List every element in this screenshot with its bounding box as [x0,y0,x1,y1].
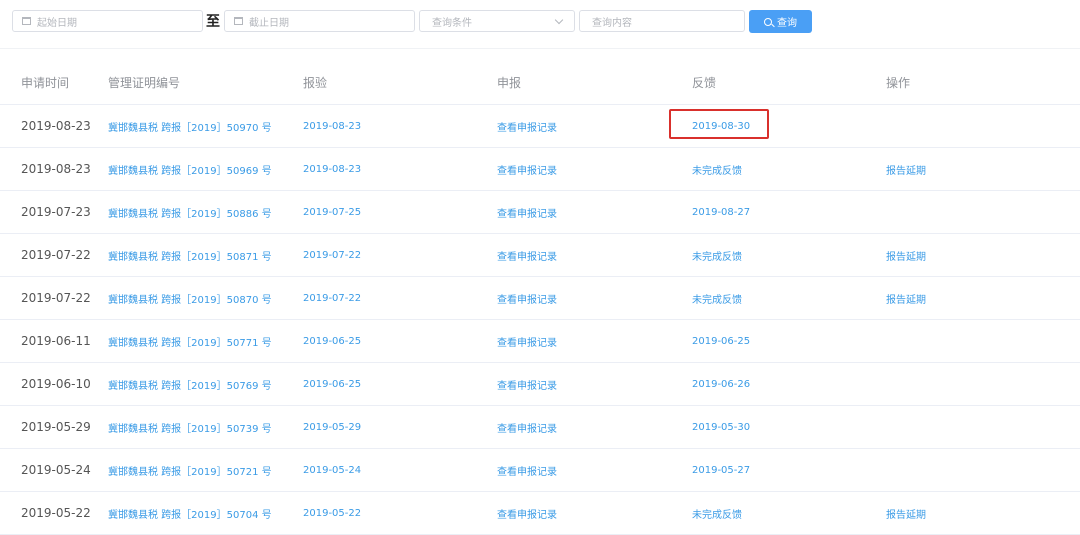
date-range-separator: 至 [206,14,220,30]
header-cert-no: 管理证明编号 [108,61,303,105]
inspection-link[interactable]: 2019-05-22 [303,491,497,535]
search-button-label: 查询 [777,18,797,29]
table-row: 2019-08-23 冀邯魏县税 跨报［2019］50969 号 2019-08-2… [0,147,1080,191]
apply-date-cell: 2019-07-22 [0,276,108,320]
declare-record-link[interactable]: 查看申报记录 [497,491,692,535]
table-row: 2019-07-23 冀邯魏县税 跨报［2019］50886 号 2019-07-2… [0,190,1080,234]
cert-no-link[interactable]: 冀邯魏县税 跨报［2019］50970 号 [108,104,303,148]
cert-no-link[interactable]: 冀邯魏县税 跨报［2019］50739 号 [108,405,303,449]
action-link [886,104,1080,148]
cert-no-link[interactable]: 冀邯魏县税 跨报［2019］50969 号 [108,147,303,191]
apply-date-cell: 2019-07-23 [0,190,108,234]
declare-record-link[interactable]: 查看申报记录 [497,448,692,492]
content-input[interactable]: 查询内容 [579,10,745,32]
apply-date-cell: 2019-07-22 [0,233,108,277]
declare-record-link[interactable]: 查看申报记录 [497,319,692,363]
feedback-link[interactable]: 未完成反馈 [692,233,886,277]
end-date-placeholder: 截止日期 [249,17,289,29]
header-inspection: 报验 [303,61,497,105]
action-link [886,319,1080,363]
chevron-down-icon [554,15,564,25]
cert-no-link[interactable]: 冀邯魏县税 跨报［2019］50704 号 [108,491,303,535]
feedback-link[interactable]: 2019-05-27 [692,448,886,492]
table-row: 2019-05-29 冀邯魏县税 跨报［2019］50739 号 2019-05-2… [0,405,1080,449]
inspection-link[interactable]: 2019-07-22 [303,233,497,277]
inspection-link[interactable]: 2019-05-29 [303,405,497,449]
calendar-icon [22,17,31,25]
action-link[interactable]: 报告延期 [886,276,1080,320]
feedback-link[interactable]: 2019-08-30 [692,104,886,148]
feedback-link[interactable]: 未完成反馈 [692,276,886,320]
cert-no-link[interactable]: 冀邯魏县税 跨报［2019］50871 号 [108,233,303,277]
action-link [886,362,1080,406]
apply-date-cell: 2019-05-24 [0,448,108,492]
apply-date-cell: 2019-06-10 [0,362,108,406]
header-apply-date: 申请时间 [0,61,108,105]
cert-no-link[interactable]: 冀邯魏县税 跨报［2019］50870 号 [108,276,303,320]
content-placeholder: 查询内容 [592,17,632,29]
inspection-link[interactable]: 2019-06-25 [303,362,497,406]
declare-record-link[interactable]: 查看申报记录 [497,190,692,234]
declare-record-link[interactable]: 查看申报记录 [497,362,692,406]
apply-date-cell: 2019-06-11 [0,319,108,363]
inspection-link[interactable]: 2019-05-24 [303,448,497,492]
cert-no-link[interactable]: 冀邯魏县税 跨报［2019］50771 号 [108,319,303,363]
apply-date-cell: 2019-05-22 [0,491,108,535]
apply-date-cell: 2019-08-23 [0,104,108,148]
inspection-link[interactable]: 2019-08-23 [303,147,497,191]
header-feedback: 反馈 [692,61,886,105]
action-link[interactable]: 报告延期 [886,147,1080,191]
filter-bar: 起始日期 至 截止日期 查询条件 查询内容 查询 [0,0,1080,49]
inspection-link[interactable]: 2019-07-22 [303,276,497,320]
cert-no-link[interactable]: 冀邯魏县税 跨报［2019］50721 号 [108,448,303,492]
table-row: 2019-08-23 冀邯魏县税 跨报［2019］50970 号 2019-08-2… [0,104,1080,148]
end-date-input[interactable]: 截止日期 [224,10,415,32]
cert-no-link[interactable]: 冀邯魏县税 跨报［2019］50769 号 [108,362,303,406]
apply-date-cell: 2019-08-23 [0,147,108,191]
header-action: 操作 [886,61,1080,105]
action-link [886,448,1080,492]
table-row: 2019-07-22 冀邯魏县税 跨报［2019］50871 号 2019-07-2… [0,233,1080,277]
table-row: 2019-06-11 冀邯魏县税 跨报［2019］50771 号 2019-06-2… [0,319,1080,363]
inspection-link[interactable]: 2019-08-23 [303,104,497,148]
action-link[interactable]: 报告延期 [886,491,1080,535]
table-header-row: 申请时间 管理证明编号 报验 申报 反馈 操作 [0,61,1080,105]
table-row: 2019-05-22 冀邯魏县税 跨报［2019］50704 号 2019-05-2… [0,491,1080,535]
condition-placeholder: 查询条件 [432,17,472,29]
feedback-link[interactable]: 2019-05-30 [692,405,886,449]
apply-date-cell: 2019-05-29 [0,405,108,449]
start-date-input[interactable]: 起始日期 [12,10,203,32]
declare-record-link[interactable]: 查看申报记录 [497,405,692,449]
feedback-link[interactable]: 2019-08-27 [692,190,886,234]
cert-no-link[interactable]: 冀邯魏县税 跨报［2019］50886 号 [108,190,303,234]
action-link [886,190,1080,234]
start-date-placeholder: 起始日期 [37,17,77,29]
action-link[interactable]: 报告延期 [886,233,1080,277]
calendar-icon [234,17,243,25]
declare-record-link[interactable]: 查看申报记录 [497,233,692,277]
declare-record-link[interactable]: 查看申报记录 [497,104,692,148]
feedback-link[interactable]: 2019-06-26 [692,362,886,406]
feedback-link[interactable]: 未完成反馈 [692,491,886,535]
feedback-link[interactable]: 未完成反馈 [692,147,886,191]
header-declare: 申报 [497,61,692,105]
records-table: 申请时间 管理证明编号 报验 申报 反馈 操作 2019-08-23 冀邯魏县税 … [0,61,1080,535]
inspection-link[interactable]: 2019-07-25 [303,190,497,234]
declare-record-link[interactable]: 查看申报记录 [497,147,692,191]
search-icon [764,17,772,26]
inspection-link[interactable]: 2019-06-25 [303,319,497,363]
condition-select[interactable]: 查询条件 [419,10,575,32]
table-row: 2019-06-10 冀邯魏县税 跨报［2019］50769 号 2019-06-2… [0,362,1080,406]
table-row: 2019-07-22 冀邯魏县税 跨报［2019］50870 号 2019-07-2… [0,276,1080,320]
declare-record-link[interactable]: 查看申报记录 [497,276,692,320]
table-row: 2019-05-24 冀邯魏县税 跨报［2019］50721 号 2019-05-2… [0,448,1080,492]
search-button[interactable]: 查询 [749,10,812,33]
action-link [886,405,1080,449]
feedback-link[interactable]: 2019-06-25 [692,319,886,363]
